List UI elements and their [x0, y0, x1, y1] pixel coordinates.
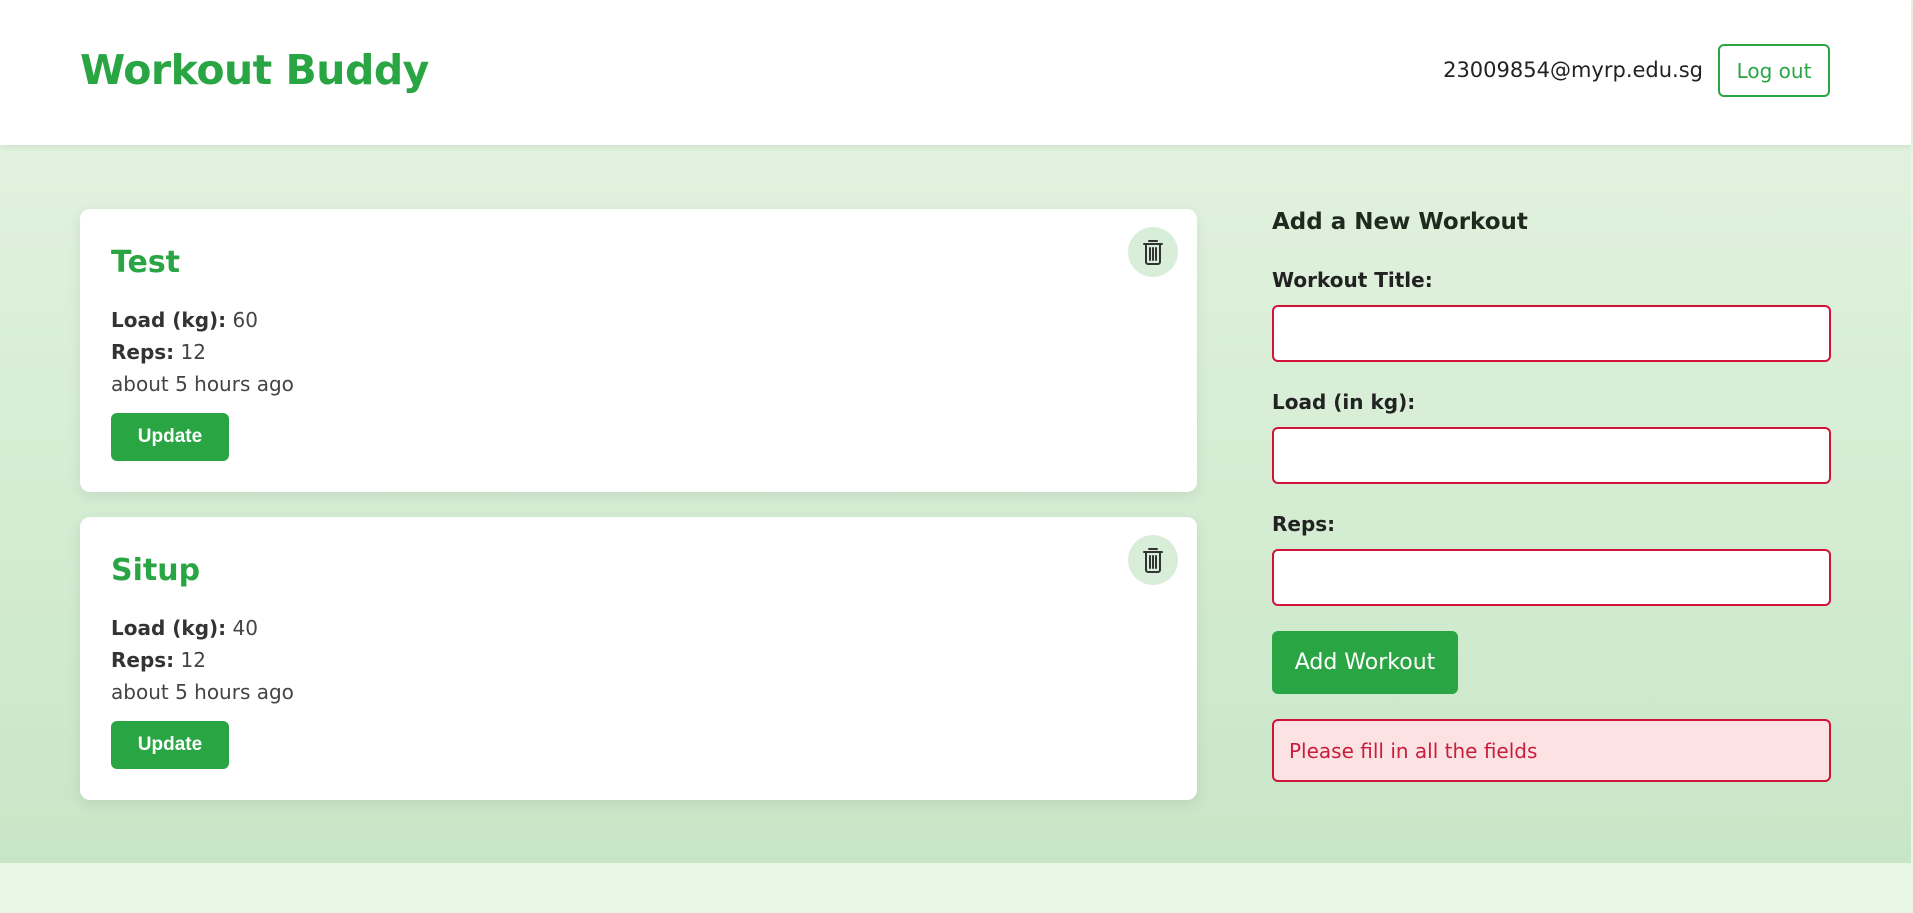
delete-button[interactable] — [1128, 535, 1178, 585]
reps-value: 12 — [180, 648, 206, 672]
load-label: Load (kg): — [111, 616, 227, 640]
update-button[interactable]: Update — [111, 413, 229, 461]
workout-card: Situp Load (kg): 40 Reps: 12 about 5 hou… — [80, 517, 1197, 800]
workout-timestamp: about 5 hours ago — [111, 372, 294, 396]
delete-button[interactable] — [1128, 227, 1178, 277]
update-button[interactable]: Update — [111, 721, 229, 769]
workout-title-label: Workout Title: — [1272, 268, 1433, 292]
trash-icon — [1143, 548, 1163, 573]
workout-load: Load (kg): 60 — [111, 308, 258, 332]
workout-title: Test — [111, 245, 181, 280]
reps-value: 12 — [180, 340, 206, 364]
top-header: Workout Buddy 23009854@myrp.edu.sg Log o… — [0, 0, 1911, 145]
footer-strip — [0, 863, 1913, 913]
workout-title-input[interactable] — [1272, 305, 1831, 362]
workout-load: Load (kg): 40 — [111, 616, 258, 640]
workout-timestamp: about 5 hours ago — [111, 680, 294, 704]
workout-reps: Reps: 12 — [111, 340, 206, 364]
reps-input[interactable] — [1272, 549, 1831, 606]
logout-button[interactable]: Log out — [1718, 44, 1830, 97]
load-label: Load (in kg): — [1272, 390, 1416, 414]
user-email: 23009854@myrp.edu.sg — [1443, 58, 1703, 82]
workout-reps: Reps: 12 — [111, 648, 206, 672]
load-label: Load (kg): — [111, 308, 227, 332]
load-value: 60 — [232, 308, 258, 332]
app-brand[interactable]: Workout Buddy — [80, 46, 429, 94]
reps-label: Reps: — [111, 648, 175, 672]
form-title: Add a New Workout — [1272, 209, 1528, 235]
trash-icon — [1143, 240, 1163, 265]
load-value: 40 — [232, 616, 258, 640]
reps-label: Reps: — [1272, 512, 1336, 536]
workout-title: Situp — [111, 553, 201, 588]
add-workout-button[interactable]: Add Workout — [1272, 631, 1458, 694]
load-input[interactable] — [1272, 427, 1831, 484]
error-message: Please fill in all the fields — [1272, 719, 1831, 782]
reps-label: Reps: — [111, 340, 175, 364]
workout-card: Test Load (kg): 60 Reps: 12 about 5 hour… — [80, 209, 1197, 492]
